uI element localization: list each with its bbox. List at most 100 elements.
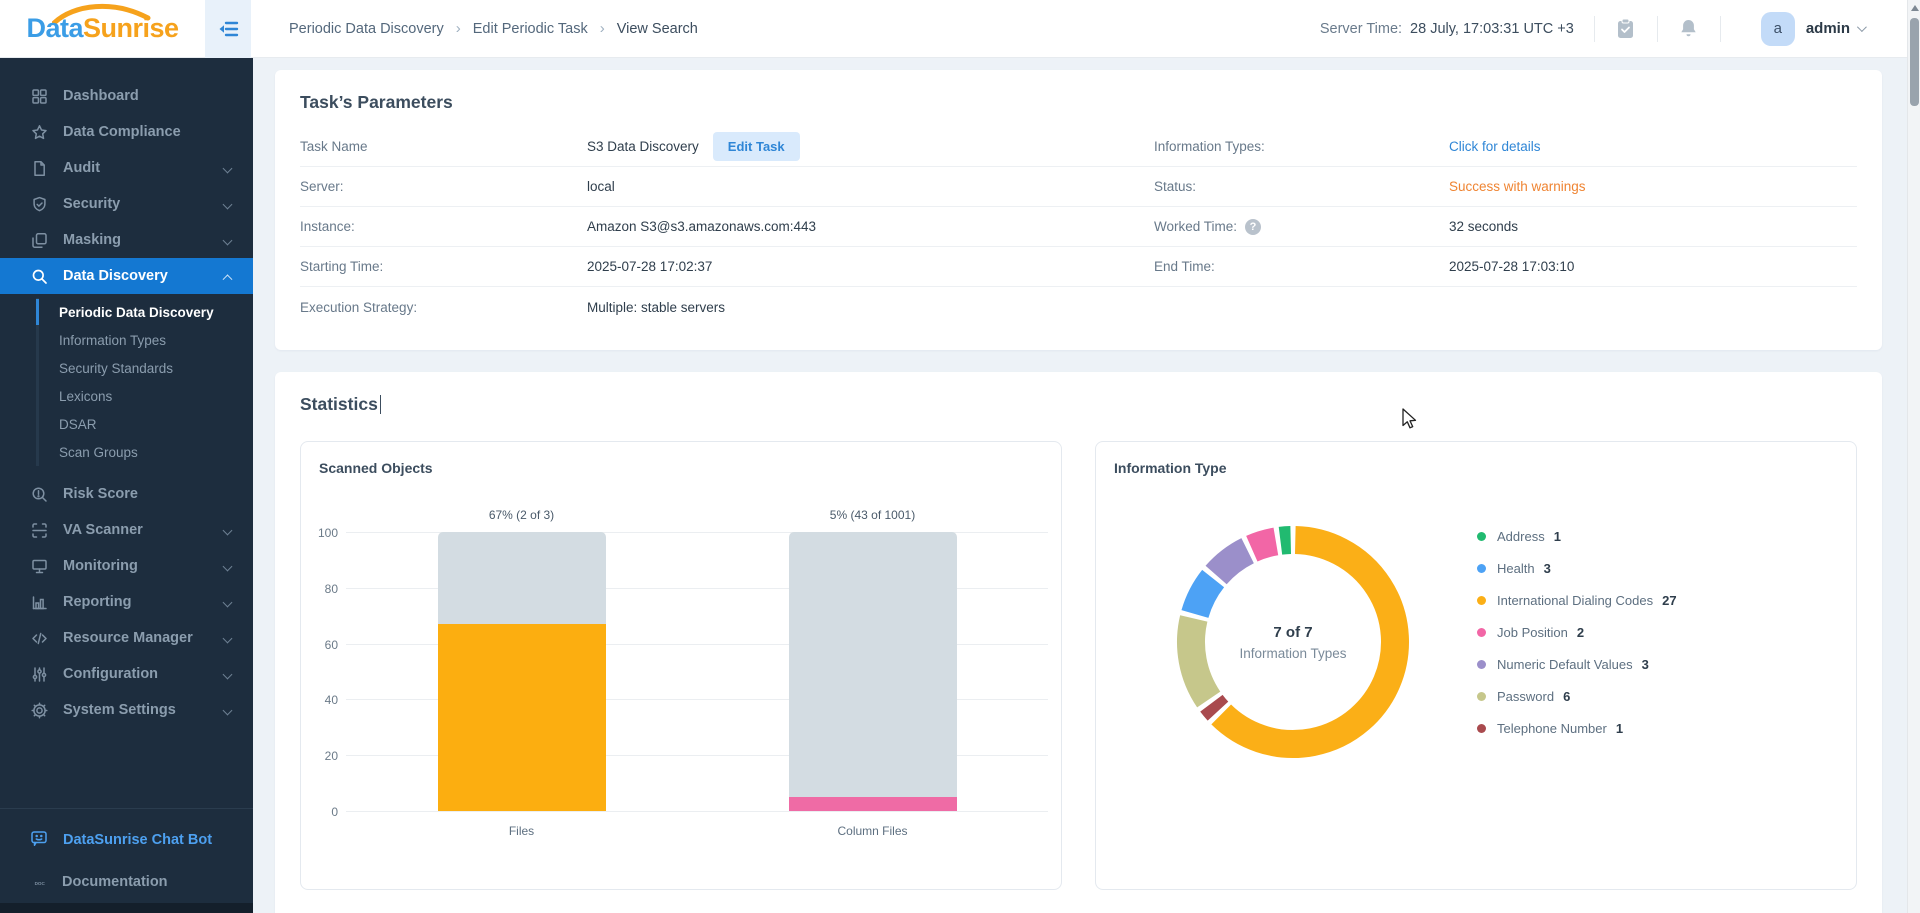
sidebar-item-label: Reporting [63, 594, 131, 610]
sidebar-item-security-standards[interactable]: Security Standards [39, 354, 253, 382]
starting-time-label: Starting Time: [300, 259, 587, 274]
starting-time-value: 2025-07-28 17:02:37 [587, 259, 1154, 274]
sidebar-item-dsar[interactable]: DSAR [39, 410, 253, 438]
legend-item-numeric-default-values[interactable]: Numeric Default Values3 [1477, 656, 1677, 672]
sidebar-item-label: Configuration [63, 666, 158, 682]
sidebar-item-audit[interactable]: Audit [0, 150, 253, 186]
shield-check-icon [30, 195, 48, 213]
sidebar-item-data-discovery[interactable]: Data Discovery [0, 258, 253, 294]
legend-value: 2 [1577, 625, 1584, 640]
bell-icon [1679, 18, 1698, 39]
donut-segment-job-position [1252, 541, 1276, 548]
sidebar-item-resource-manager[interactable]: Resource Manager [0, 620, 253, 656]
legend-item-international-dialing-codes[interactable]: International Dialing Codes27 [1477, 592, 1677, 608]
sidebar-item-security[interactable]: Security [0, 186, 253, 222]
edit-task-button[interactable]: Edit Task [713, 132, 800, 161]
breadcrumb-separator: › [600, 20, 605, 37]
information-types-label: Information Types: [1154, 139, 1449, 154]
sidebar-item-configuration[interactable]: Configuration [0, 656, 253, 692]
notifications-button[interactable] [1678, 18, 1700, 40]
sidebar-item-reporting[interactable]: Reporting [0, 584, 253, 620]
legend-item-job-position[interactable]: Job Position2 [1477, 624, 1677, 640]
donut-rings [1175, 524, 1411, 760]
sidebar-item-label: DataSunrise Chat Bot [63, 832, 212, 848]
scanner-frame-icon [30, 521, 48, 539]
legend-item-telephone-number[interactable]: Telephone Number1 [1477, 720, 1677, 736]
sidebar-item-chat-bot[interactable]: DataSunrise Chat Bot [0, 819, 253, 861]
statistics-subcards: Scanned Objects 10080604020067% (2 of 3)… [300, 441, 1857, 890]
sidebar-item-scan-groups[interactable]: Scan Groups [39, 438, 253, 466]
sidebar-item-system-settings[interactable]: System Settings [0, 692, 253, 728]
sidebar-item-masking[interactable]: Masking [0, 222, 253, 258]
server-time-value: 28 July, 17:03:31 UTC +3 [1410, 21, 1574, 37]
legend-dot-icon [1477, 724, 1486, 733]
logo[interactable]: DataSunrise [0, 0, 205, 57]
chevron-down-icon [223, 597, 233, 607]
breadcrumb-item-view-search: View Search [617, 21, 698, 37]
tasks-clipboard-button[interactable] [1615, 18, 1637, 40]
legend-item-address[interactable]: Address1 [1477, 528, 1677, 544]
donut-legend: Address1Health3International Dialing Cod… [1477, 528, 1677, 752]
status-label: Status: [1154, 179, 1449, 194]
execution-strategy-value: Multiple: stable servers [587, 300, 1154, 315]
legend-label: Health [1497, 561, 1535, 576]
task-name-value: S3 Data Discovery Edit Task [587, 132, 1154, 161]
execution-strategy-label: Execution Strategy: [300, 300, 587, 315]
statistics-title: Statistics [300, 394, 1857, 415]
logo-text: DataSunrise [26, 13, 178, 44]
bar-category-label: Files [378, 824, 666, 838]
breadcrumb-item-edit-periodic-task[interactable]: Edit Periodic Task [473, 21, 588, 37]
server-time-label: Server Time: [1320, 21, 1402, 37]
sidebar-collapse-button[interactable] [205, 0, 251, 58]
sliders-icon [30, 665, 48, 683]
donut-segment-password [1191, 618, 1209, 699]
sidebar-item-risk-score[interactable]: Risk Score [0, 476, 253, 512]
click-for-details-link[interactable]: Click for details [1449, 139, 1541, 154]
sidebar-item-monitoring[interactable]: Monitoring [0, 548, 253, 584]
bar-column-files: 5% (43 of 1001)Column Files [789, 532, 957, 811]
vertical-scrollbar[interactable] [1907, 0, 1920, 913]
y-axis-tick: 80 [302, 582, 338, 596]
legend-label: Telephone Number [1497, 721, 1607, 736]
y-axis-tick: 0 [302, 805, 338, 819]
bar-chart-icon [30, 593, 48, 611]
gear-icon [30, 701, 48, 719]
sidebar-item-information-types[interactable]: Information Types [39, 326, 253, 354]
param-row-execution-strategy: Execution Strategy: Multiple: stable ser… [300, 287, 1857, 327]
sidebar-item-periodic-data-discovery[interactable]: Periodic Data Discovery [39, 298, 253, 326]
breadcrumb: Periodic Data Discovery › Edit Periodic … [289, 20, 698, 37]
sidebar-item-documentation[interactable]: DOC Documentation [0, 861, 253, 903]
legend-dot-icon [1477, 628, 1486, 637]
worked-time-value: 32 seconds [1449, 219, 1857, 234]
sidebar-item-label: Data Compliance [63, 124, 181, 140]
legend-item-password[interactable]: Password6 [1477, 688, 1677, 704]
chevron-down-icon [1857, 22, 1867, 32]
donut-segment-address [1280, 540, 1290, 541]
sidebar-item-label: VA Scanner [63, 522, 143, 538]
breadcrumb-item-periodic-data-discovery[interactable]: Periodic Data Discovery [289, 21, 444, 37]
server-value: local [587, 179, 1154, 194]
sidebar-item-label: Audit [63, 160, 100, 176]
sidebar-item-data-compliance[interactable]: Data Compliance [0, 114, 253, 150]
legend-value: 3 [1642, 657, 1649, 672]
sidebar: Dashboard Data Compliance Audit Securi [0, 58, 253, 913]
divider [1657, 16, 1658, 42]
scrollbar-up-arrow-icon[interactable] [1911, 5, 1919, 11]
chevron-down-icon [223, 199, 233, 209]
sidebar-item-va-scanner[interactable]: VA Scanner [0, 512, 253, 548]
help-icon[interactable]: ? [1245, 219, 1261, 235]
sidebar-footer: DataSunrise Chat Bot DOC Documentation [0, 808, 253, 903]
sidebar-item-label: Data Discovery [63, 268, 168, 284]
gridline [346, 811, 1048, 812]
sidebar-item-dashboard[interactable]: Dashboard [0, 78, 253, 114]
search-icon [30, 267, 48, 285]
scrollbar-thumb[interactable] [1910, 18, 1919, 106]
legend-item-health[interactable]: Health3 [1477, 560, 1677, 576]
sidebar-item-lexicons[interactable]: Lexicons [39, 382, 253, 410]
bar-chart-plot: 10080604020067% (2 of 3)Files5% (43 of 1… [346, 532, 1048, 811]
search-alert-icon [30, 485, 48, 503]
user-menu[interactable]: a admin [1761, 12, 1864, 46]
svg-text:DOC: DOC [35, 881, 46, 886]
bar-files: 67% (2 of 3)Files [438, 532, 606, 811]
sidebar-item-label: Resource Manager [63, 630, 193, 646]
